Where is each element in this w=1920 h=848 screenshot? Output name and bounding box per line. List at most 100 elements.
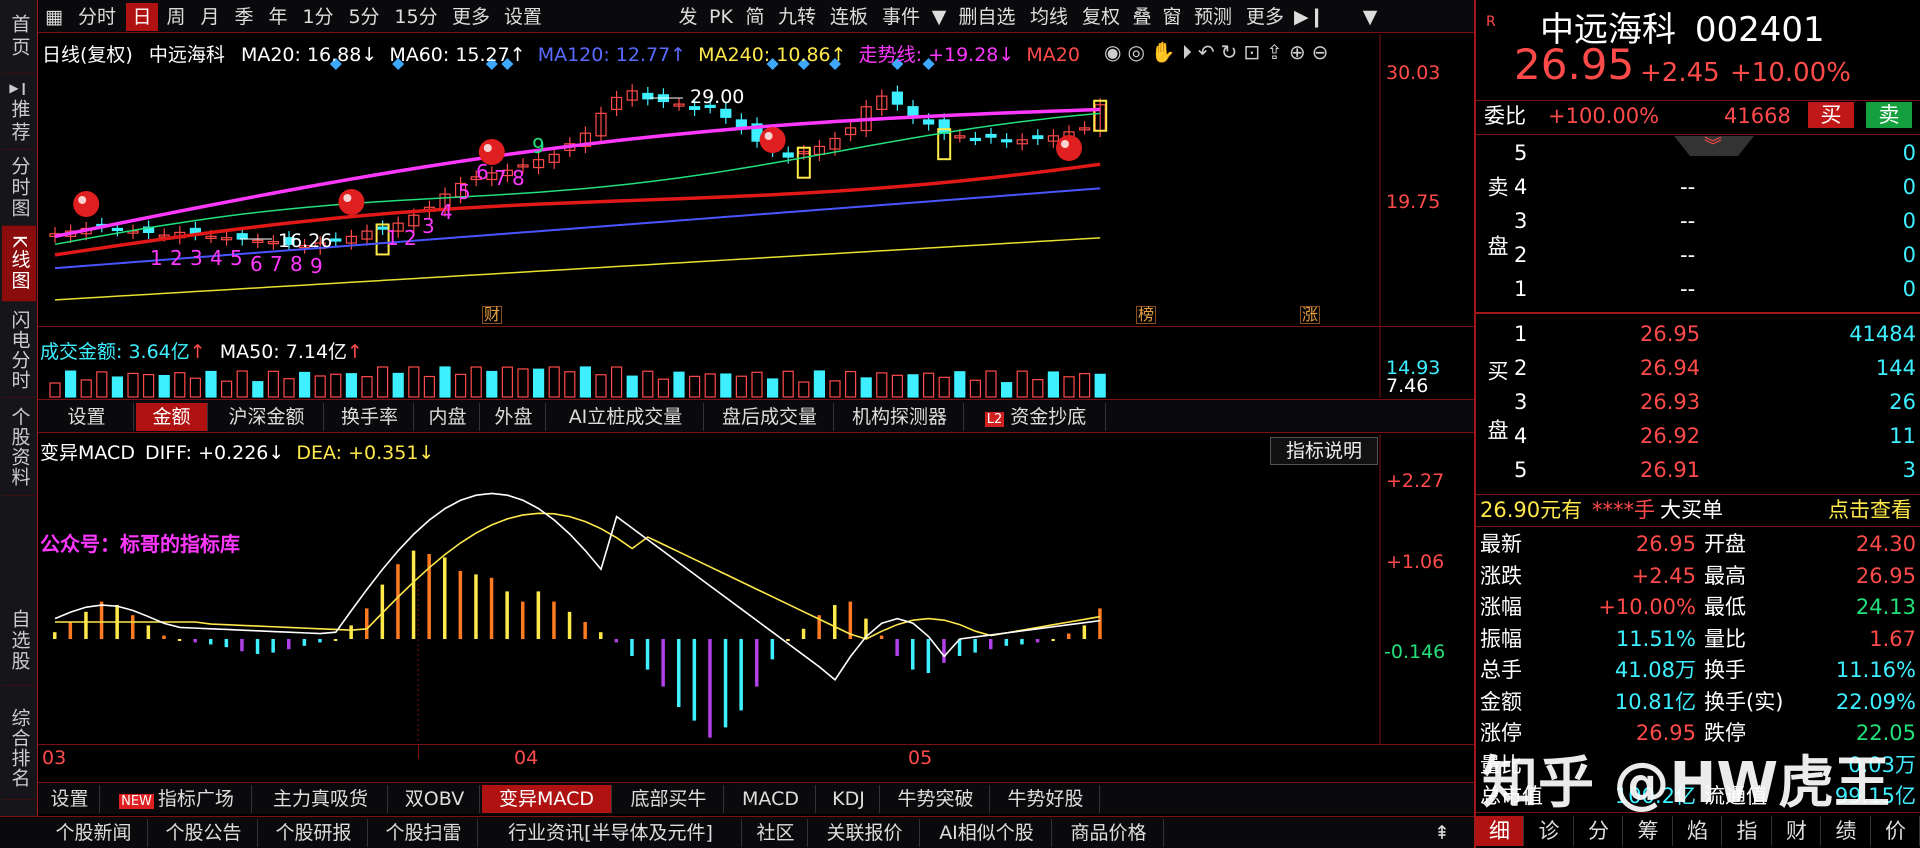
sell-level-row[interactable]: 3 -- 0 <box>1476 205 1920 237</box>
sidebar-item-watchlist[interactable]: 自选股 <box>2 596 36 686</box>
pin-top-icon[interactable]: ⇞ <box>1418 819 1466 847</box>
tool-lianban[interactable]: 连板 <box>824 3 874 31</box>
chevron-down-icon[interactable]: ︾ <box>1704 132 1722 158</box>
tool-adjust[interactable]: 复权 <box>1076 3 1126 31</box>
news-tab-stock-news[interactable]: 个股新闻 <box>40 819 148 847</box>
news-tab-ai-similar[interactable]: AI相似个股 <box>922 819 1052 847</box>
news-tab-minesweep[interactable]: 个股扫雷 <box>370 819 478 847</box>
tool-pk[interactable]: PK <box>704 3 738 31</box>
period-quarter[interactable]: 季 <box>228 3 260 31</box>
tool-remove-watch[interactable]: 删自选 <box>952 3 1022 31</box>
buy-level-row[interactable]: 5 26.91 3 <box>1476 454 1920 486</box>
volume-panel[interactable]: 成交金额: 3.64亿↑ MA50: 7.14亿↑ 14.93 7.46 <box>38 326 1474 398</box>
tool-overlay[interactable]: 叠 <box>1128 3 1156 31</box>
refresh-icon[interactable]: ↻ <box>1221 40 1244 64</box>
export-icon[interactable]: ⇪ <box>1266 40 1289 64</box>
news-tab-related[interactable]: 关联报价 <box>810 819 920 847</box>
ind-tab-kdj[interactable]: KDJ <box>818 785 880 813</box>
play-circle-icon[interactable]: ⏵ <box>1182 40 1198 64</box>
mark-zhang[interactable]: 涨 <box>1300 306 1321 324</box>
mark-cai[interactable]: 财 <box>482 306 503 324</box>
undo-icon[interactable]: ↶ <box>1198 40 1221 64</box>
news-tab-announce[interactable]: 个股公告 <box>150 819 258 847</box>
tool-window[interactable]: 窗 <box>1158 3 1186 31</box>
sell-level-row[interactable]: 4 -- 0 <box>1476 171 1920 203</box>
sidebar-item-recommend[interactable]: ▶❙ 推荐 <box>2 74 36 150</box>
macd-panel[interactable]: 变异MACD DIFF: +0.226↓ DEA: +0.351↓ 公众号：标哥… <box>38 434 1474 744</box>
quote-tab-3[interactable]: 筹 <box>1625 816 1673 846</box>
grid-icon[interactable]: ▦ <box>40 3 68 31</box>
tool-jian[interactable]: 简 <box>740 3 770 31</box>
ind-tab-main-absorb[interactable]: 主力真吸货 <box>254 785 388 813</box>
ind-tab-bull-stock[interactable]: 牛势好股 <box>992 785 1100 813</box>
buy-level-row[interactable]: 1 26.95 41484 <box>1476 318 1920 350</box>
period-more[interactable]: 更多 <box>446 3 496 31</box>
buy-level-row[interactable]: 3 26.93 26 <box>1476 386 1920 418</box>
vol-tab-inner[interactable]: 内盘 <box>416 403 480 431</box>
indicator-help-button[interactable]: 指标说明 <box>1270 437 1378 465</box>
dropdown-icon[interactable]: ▼ <box>1360 3 1380 31</box>
news-tab-research[interactable]: 个股研报 <box>260 819 368 847</box>
news-tab-commodity[interactable]: 商品价格 <box>1054 819 1164 847</box>
ind-tab-dual-obv[interactable]: 双OBV <box>390 785 480 813</box>
sell-level-row[interactable]: 1 -- 0 <box>1476 273 1920 305</box>
vol-tab-ai[interactable]: AI立桩成交量 <box>548 403 704 431</box>
quote-tab-8[interactable]: 价 <box>1872 816 1920 846</box>
period-day[interactable]: 日 <box>126 3 158 31</box>
mark-bang[interactable]: 榜 <box>1136 306 1157 324</box>
tool-jiuzhuan[interactable]: 九转 <box>772 3 822 31</box>
tool-more[interactable]: 更多 <box>1240 3 1290 31</box>
period-5min[interactable]: 5分 <box>342 3 386 31</box>
period-year[interactable]: 年 <box>262 3 294 31</box>
sidebar-item-home[interactable]: 首页 <box>2 0 36 74</box>
ind-tab-square[interactable]: NEW 指标广场 <box>102 785 252 813</box>
tool-forecast[interactable]: 预测 <box>1188 3 1238 31</box>
zoom-out-icon[interactable]: ⊖ <box>1312 40 1335 64</box>
sell-button[interactable]: 卖 <box>1866 102 1912 128</box>
vol-tab-institution[interactable]: 机构探测器 <box>836 403 964 431</box>
ind-tab-bull-break[interactable]: 牛势突破 <box>882 785 990 813</box>
quote-tab-6[interactable]: 财 <box>1773 816 1821 846</box>
lock-icon[interactable]: ⊡ <box>1243 40 1266 64</box>
period-settings[interactable]: 设置 <box>498 3 548 31</box>
ind-tab-bottom-buy[interactable]: 底部买牛 <box>614 785 724 813</box>
chevron-down-icon[interactable]: ▼ <box>928 3 950 31</box>
vol-tab-amount[interactable]: 金额 <box>136 403 208 431</box>
period-week[interactable]: 周 <box>160 3 192 31</box>
vol-tab-afterhours[interactable]: 盘后成交量 <box>706 403 834 431</box>
zoom-in-icon[interactable]: ⊕ <box>1289 40 1312 64</box>
kline-chart[interactable]: 日线(复权) 中远海科 MA20: 16.88↓ MA60: 15.27↑ MA… <box>38 34 1474 326</box>
quote-tab-2[interactable]: 分 <box>1575 816 1623 846</box>
ind-tab-macd[interactable]: MACD <box>726 785 816 813</box>
hand-icon[interactable]: ✋ <box>1151 40 1182 64</box>
vol-tab-fund-bottom[interactable]: L2 资金抄底 <box>966 403 1106 431</box>
quote-tab-0[interactable]: 细 <box>1476 816 1524 846</box>
tool-fa[interactable]: 发 <box>674 3 702 31</box>
view-big-order-link[interactable]: 点击查看 <box>1828 495 1912 525</box>
sidebar-item-profile[interactable]: 个股资料 <box>2 398 36 496</box>
sidebar-item-timeshare[interactable]: 分时图 <box>2 150 36 226</box>
tool-ma[interactable]: 均线 <box>1024 3 1074 31</box>
sell-level-row[interactable]: 2 -- 0 <box>1476 239 1920 271</box>
ind-tab-variant-macd[interactable]: 变异MACD <box>482 785 612 813</box>
quote-tab-1[interactable]: 诊 <box>1526 816 1574 846</box>
period-timeshare[interactable]: 分时 <box>70 3 124 31</box>
buy-level-row[interactable]: 4 26.92 11 <box>1476 420 1920 452</box>
eye-icon[interactable]: ◉ <box>1104 40 1127 64</box>
period-1min[interactable]: 1分 <box>296 3 340 31</box>
eye-hide-icon[interactable]: ◎ <box>1127 40 1150 64</box>
sidebar-item-kline[interactable]: K线图 <box>2 226 36 302</box>
news-tab-community[interactable]: 社区 <box>744 819 808 847</box>
sidebar-item-flash[interactable]: 闪电分时 <box>2 302 36 398</box>
buy-level-row[interactable]: 2 26.94 144 <box>1476 352 1920 384</box>
period-15min[interactable]: 15分 <box>388 3 444 31</box>
news-tab-industry[interactable]: 行业资讯[半导体及元件] <box>480 819 742 847</box>
vol-tab-settings[interactable]: 设置 <box>40 403 134 431</box>
vol-tab-hs-amount[interactable]: 沪深金额 <box>210 403 324 431</box>
sidebar-item-ranking[interactable]: 综合排名 <box>2 696 36 800</box>
buy-button[interactable]: 买 <box>1808 102 1854 128</box>
quote-tab-5[interactable]: 指 <box>1724 816 1772 846</box>
ind-tab-settings[interactable]: 设置 <box>40 785 100 813</box>
quote-tab-4[interactable]: 焰 <box>1674 816 1722 846</box>
quote-tab-7[interactable]: 绩 <box>1823 816 1871 846</box>
